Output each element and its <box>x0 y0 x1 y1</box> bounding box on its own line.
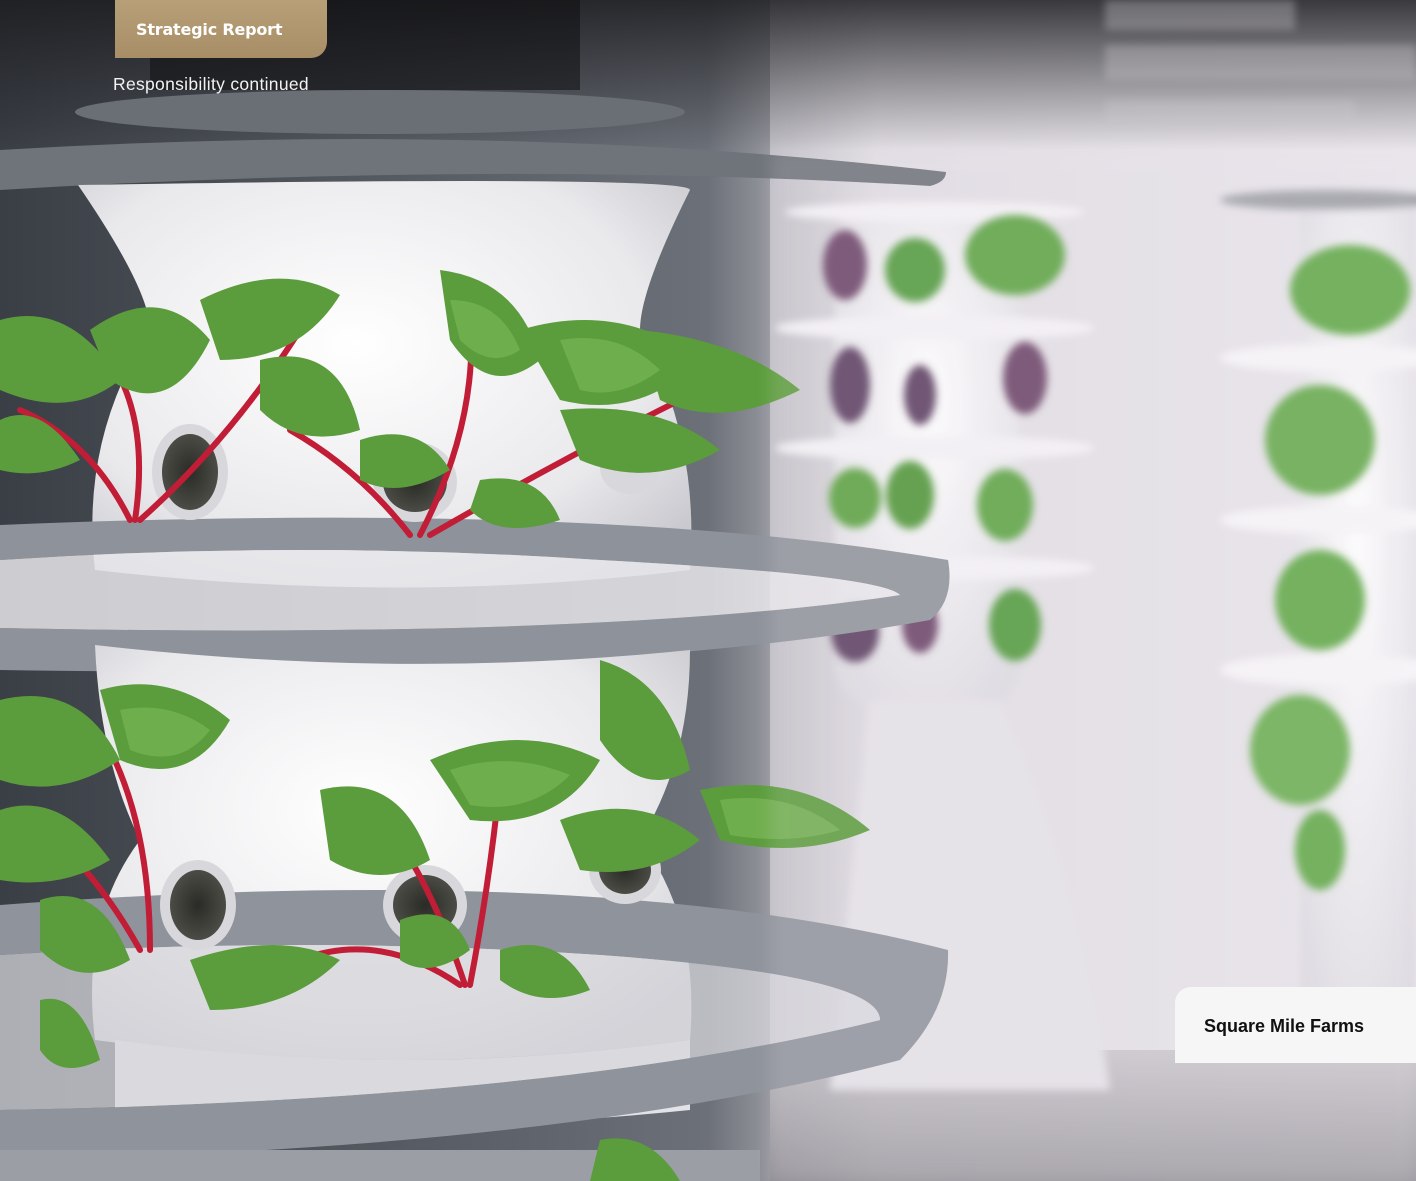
section-label-tab: Strategic Report <box>115 0 327 58</box>
report-page: Strategic Report Responsibility continue… <box>0 0 1416 1181</box>
section-subtitle: Responsibility continued <box>113 74 309 94</box>
photo-caption: Square Mile Farms <box>1175 987 1416 1063</box>
